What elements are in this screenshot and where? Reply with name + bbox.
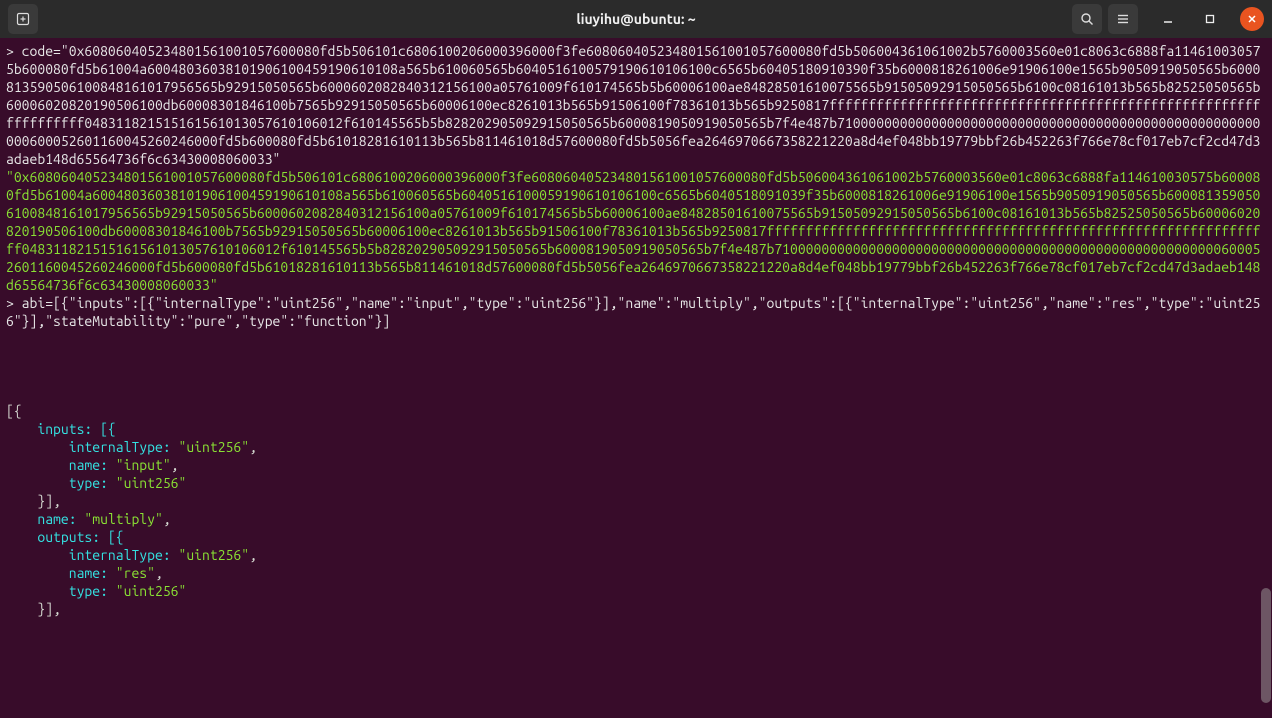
abi-inputs-name: name: "input",	[6, 457, 179, 473]
abi-outputs-close: }],	[6, 601, 61, 617]
scrollbar-thumb[interactable]	[1261, 588, 1271, 703]
abi-cmd: > abi=[{"inputs":[{"internalType":"uint2…	[6, 295, 1260, 329]
window-title: liuyihu@ubuntu: ~	[576, 11, 695, 27]
code-echo: "0x608060405234801561001057600080fd5b506…	[6, 169, 1260, 293]
titlebar-right-group	[1072, 4, 1264, 34]
abi-inputs-type: type: "uint256"	[6, 475, 186, 491]
abi-inputs-internalType: internalType: "uint256",	[6, 439, 257, 455]
abi-out-open: [{	[6, 403, 22, 419]
titlebar-left-group	[8, 4, 38, 34]
abi-inputs-close: }],	[6, 493, 61, 509]
hamburger-menu-button[interactable]	[1108, 4, 1138, 34]
close-button[interactable]	[1240, 7, 1264, 31]
terminal-output: > code="0x608060405234801561001057600080…	[6, 42, 1266, 618]
new-tab-button[interactable]	[8, 4, 38, 34]
abi-outputs-name: name: "res",	[6, 565, 163, 581]
search-button[interactable]	[1072, 4, 1102, 34]
window-titlebar: liuyihu@ubuntu: ~	[0, 0, 1272, 38]
abi-outputs-type: type: "uint256"	[6, 583, 186, 599]
maximize-button[interactable]	[1198, 7, 1222, 31]
abi-name: name: "multiply",	[6, 511, 171, 527]
abi-outputs-open: outputs: [{	[6, 529, 124, 545]
terminal-area[interactable]: > code="0x608060405234801561001057600080…	[0, 38, 1272, 718]
prompt-line: > code="0x608060405234801561001057600080…	[6, 43, 1260, 167]
abi-inputs-open: inputs: [{	[6, 421, 116, 437]
minimize-button[interactable]	[1156, 7, 1180, 31]
abi-outputs-internalType: internalType: "uint256",	[6, 547, 257, 563]
scrollbar-track[interactable]	[1261, 38, 1271, 718]
